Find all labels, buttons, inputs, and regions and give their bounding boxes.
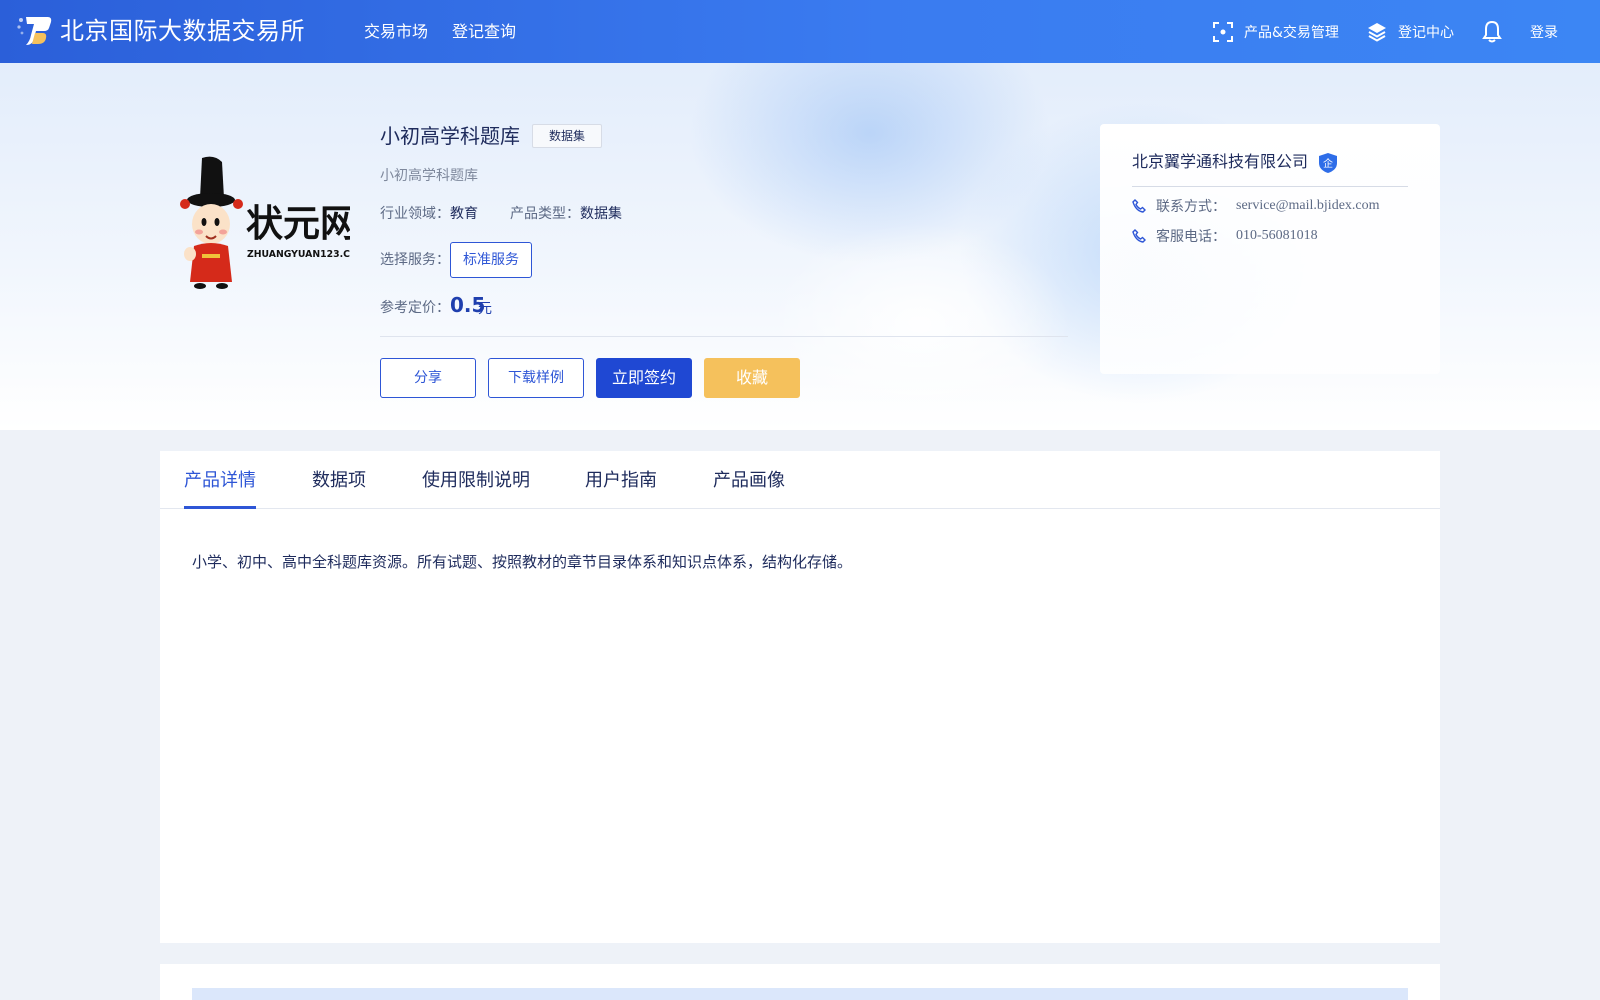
logo-brand-text: 状元网	[246, 202, 350, 245]
share-button[interactable]: 分享	[380, 358, 476, 398]
login-button[interactable]: 登录	[1530, 19, 1558, 45]
price-label: 参考定价：	[380, 300, 450, 316]
registration-center-link[interactable]: 登记中心	[1366, 19, 1454, 45]
industry-value: 教育	[450, 206, 478, 222]
panel-header-strip	[192, 988, 1408, 1000]
company-card: 北京翼学通科技有限公司 企 联系方式： service@mail.bjidex.…	[1100, 124, 1440, 374]
service-label: 选择服务：	[380, 252, 450, 268]
standard-service-option[interactable]: 标准服务	[450, 242, 532, 278]
product-trade-management-label: 产品&交易管理	[1244, 25, 1339, 41]
registration-center-label: 登记中心	[1398, 25, 1454, 41]
product-type-field: 产品类型：数据集	[510, 204, 622, 224]
phone-icon	[1132, 229, 1146, 243]
detail-tabs: 产品详情 数据项 使用限制说明 用户指南 产品画像	[160, 451, 1440, 509]
tab-product-details[interactable]: 产品详情	[184, 468, 256, 494]
enterprise-badge-text: 企	[1323, 157, 1333, 170]
industry-label: 行业领域：	[380, 206, 450, 222]
contact-email-row: 联系方式： service@mail.bjidex.com	[1132, 196, 1380, 216]
scan-frame-icon	[1213, 22, 1233, 42]
product-type-tag: 数据集	[532, 124, 602, 148]
product-logo: 状元网 ZHUANGYUAN123.COM	[180, 156, 367, 291]
tab-product-profile[interactable]: 产品画像	[713, 468, 785, 494]
card-divider	[1132, 186, 1408, 187]
bell-icon	[1482, 20, 1502, 43]
shield-badge-icon: 企	[1319, 153, 1337, 173]
logo-domain-text: ZHUANGYUAN123.COM	[247, 249, 350, 260]
bjidex-logo-icon[interactable]	[16, 14, 52, 48]
tab-user-guide[interactable]: 用户指南	[585, 468, 657, 494]
product-subtitle: 小初高学科题库	[380, 168, 478, 184]
nav-trading-market[interactable]: 交易市场	[364, 20, 428, 44]
contact-email[interactable]: service@mail.bjidex.com	[1236, 198, 1380, 214]
product-trade-management-link[interactable]: 产品&交易管理	[1212, 19, 1339, 45]
nav-registration-query[interactable]: 登记查询	[452, 20, 516, 44]
secondary-panel	[160, 964, 1440, 1000]
phone-label: 客服电话：	[1156, 229, 1226, 245]
contact-label: 联系方式：	[1156, 199, 1226, 215]
sign-now-button[interactable]: 立即签约	[596, 358, 692, 398]
tab-data-items[interactable]: 数据项	[312, 468, 366, 494]
download-sample-button[interactable]: 下载样例	[488, 358, 584, 398]
top-navigation-bar: 北京国际大数据交易所 交易市场 登记查询 产品&交易管理 登记中心 登录	[0, 0, 1600, 63]
favorite-button[interactable]: 收藏	[704, 358, 800, 398]
tab-usage-restrictions[interactable]: 使用限制说明	[422, 468, 530, 494]
contact-phone-row: 客服电话： 010-56081018	[1132, 226, 1318, 246]
product-description: 小学、初中、高中全科题库资源。所有试题、按照教材的章节目录体系和知识点体系，结构…	[192, 553, 853, 571]
company-name[interactable]: 北京翼学通科技有限公司	[1132, 150, 1308, 174]
layers-icon	[1368, 23, 1386, 42]
active-tab-indicator	[184, 506, 256, 509]
industry-field: 行业领域：教育	[380, 204, 478, 224]
product-type-label: 产品类型：	[510, 206, 580, 222]
product-title: 小初高学科题库	[380, 124, 520, 148]
notifications-button[interactable]	[1481, 19, 1513, 45]
hero-decoration	[770, 223, 1070, 423]
product-detail-panel: 产品详情 数据项 使用限制说明 用户指南 产品画像 小学、初中、高中全科题库资源…	[160, 451, 1440, 943]
zhuangyuan-mascot-logo: 状元网 ZHUANGYUAN123.COM	[180, 156, 367, 289]
phone-icon	[1132, 199, 1146, 213]
site-name[interactable]: 北京国际大数据交易所	[60, 14, 305, 48]
product-type-value: 数据集	[580, 206, 622, 222]
phone-number[interactable]: 010-56081018	[1236, 228, 1318, 244]
divider	[380, 336, 1068, 337]
price-unit: 元	[478, 301, 492, 317]
